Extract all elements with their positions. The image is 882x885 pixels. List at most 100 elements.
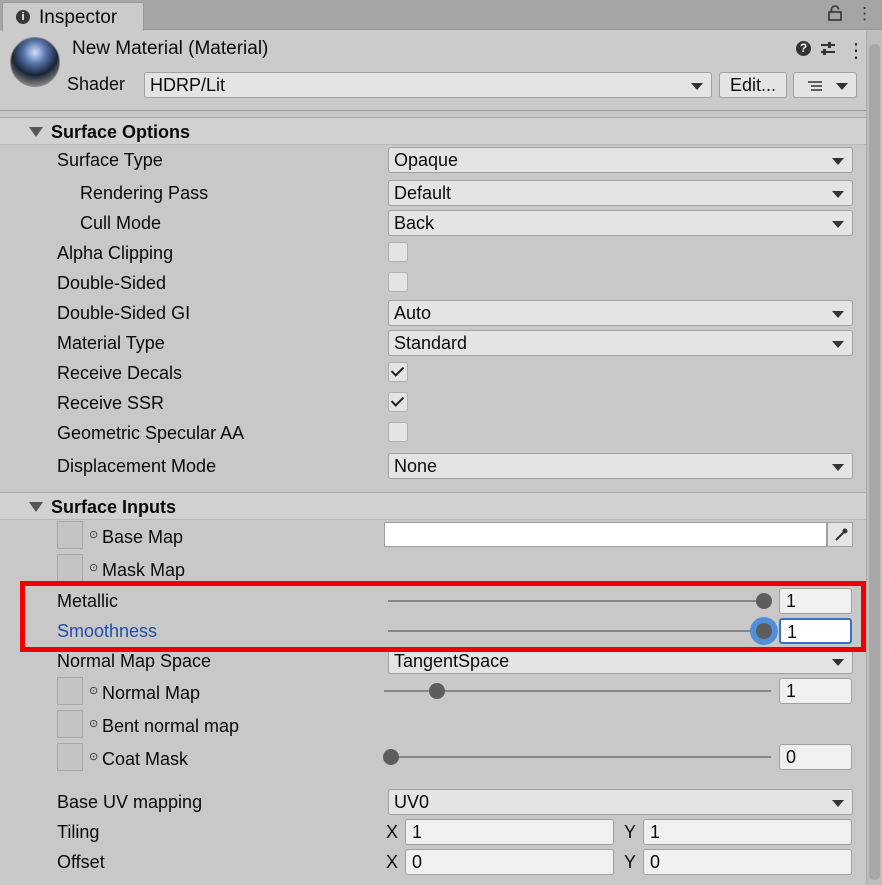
shader-value: HDRP/Lit (150, 75, 226, 95)
base-map-label: Base Map (102, 527, 184, 547)
foldout-arrow-icon (29, 502, 43, 512)
scrollbar-thumb[interactable] (869, 44, 880, 880)
normal-map-value-field[interactable]: 1 (779, 678, 852, 704)
double-sided-gi-dropdown[interactable]: Auto (388, 300, 853, 326)
coat-mask-value: 0 (786, 747, 797, 767)
receive-ssr-checkbox[interactable] (388, 392, 408, 412)
offset-x-field[interactable]: 0 (405, 849, 614, 875)
geometric-specular-aa-checkbox[interactable] (388, 422, 408, 442)
material-type-label: Material Type (57, 333, 165, 353)
normal-map-slider-knob[interactable] (429, 683, 445, 699)
chevron-down-icon (832, 311, 844, 318)
offset-x-label: X (386, 852, 399, 872)
tiling-y-value: 1 (650, 822, 661, 842)
section-title: Surface Inputs (51, 497, 177, 517)
surface-type-dropdown[interactable]: Opaque (388, 147, 853, 173)
eyedropper-button[interactable] (827, 522, 853, 547)
tab-inspector[interactable]: i Inspector (2, 2, 144, 31)
shader-label: Shader (67, 74, 126, 94)
tiling-label: Tiling (57, 822, 100, 842)
info-icon: i (16, 10, 30, 24)
shader-dropdown[interactable]: HDRP/Lit (144, 72, 712, 98)
rendering-pass-dropdown[interactable]: Default (388, 180, 853, 206)
base-uv-mapping-value: UV0 (394, 792, 430, 812)
geometric-specular-aa-label: Geometric Specular AA (57, 423, 245, 443)
tab-label: Inspector (39, 7, 118, 28)
chevron-down-icon (836, 83, 848, 90)
bent-normal-map-label: Bent normal map (102, 716, 240, 736)
offset-y-label: Y (624, 852, 637, 872)
base-color-field[interactable] (384, 522, 827, 547)
offset-y-field[interactable]: 0 (643, 849, 852, 875)
help-icon[interactable]: ? (796, 41, 811, 56)
list-icon (806, 76, 824, 100)
section-surface-inputs[interactable]: Surface Inputs (0, 492, 866, 520)
base-map-texture-slot[interactable] (57, 521, 83, 549)
texture-picker-icon[interactable]: ⊙ (89, 750, 98, 763)
chevron-down-icon (832, 659, 844, 666)
displacement-mode-label: Displacement Mode (57, 456, 217, 476)
coat-mask-value-field[interactable]: 0 (779, 744, 852, 770)
material-preview-sphere (10, 37, 60, 87)
tiling-x-label: X (386, 822, 399, 842)
coat-mask-slider-knob[interactable] (383, 749, 399, 765)
normal-map-label: Normal Map (102, 683, 201, 703)
chevron-down-icon (832, 464, 844, 471)
cull-mode-dropdown[interactable]: Back (388, 210, 853, 236)
texture-picker-icon[interactable]: ⊙ (89, 528, 98, 541)
foldout-arrow-icon (29, 127, 43, 137)
mask-map-label: Mask Map (102, 560, 186, 580)
surface-type-value: Opaque (394, 150, 459, 170)
base-uv-mapping-label: Base UV mapping (57, 792, 203, 812)
texture-picker-icon[interactable]: ⊙ (89, 561, 98, 574)
context-menu-icon[interactable]: ⋮ (846, 38, 866, 63)
normal-map-space-label: Normal Map Space (57, 651, 212, 671)
texture-picker-icon[interactable]: ⊙ (89, 717, 98, 730)
chevron-down-icon (691, 83, 703, 90)
preset-icon[interactable] (819, 40, 837, 63)
receive-ssr-label: Receive SSR (57, 393, 165, 413)
texture-picker-icon[interactable]: ⊙ (89, 684, 98, 697)
chevron-down-icon (832, 800, 844, 807)
receive-decals-label: Receive Decals (57, 363, 183, 383)
eyedropper-icon (833, 527, 849, 548)
cull-mode-label: Cull Mode (80, 213, 162, 233)
normal-map-space-value: TangentSpace (394, 651, 510, 671)
mask-map-texture-slot[interactable] (57, 554, 83, 582)
checkmark-icon (390, 363, 405, 377)
offset-label: Offset (57, 852, 105, 872)
edit-shader-button[interactable]: Edit... (719, 72, 787, 98)
displacement-mode-value: None (394, 456, 438, 476)
lock-icon[interactable] (828, 5, 842, 26)
bent-normal-map-texture-slot[interactable] (57, 710, 83, 738)
normal-map-texture-slot[interactable] (57, 677, 83, 705)
coat-mask-label: Coat Mask (102, 749, 189, 769)
coat-mask-texture-slot[interactable] (57, 743, 83, 771)
double-sided-checkbox[interactable] (388, 272, 408, 292)
base-uv-mapping-dropdown[interactable]: UV0 (388, 789, 853, 815)
double-sided-gi-value: Auto (394, 303, 432, 323)
chevron-down-icon (832, 221, 844, 228)
checkmark-icon (390, 393, 405, 407)
surface-type-label: Surface Type (57, 150, 163, 170)
window-menu-icon[interactable]: ⋮ (856, 4, 873, 24)
tiling-y-label: Y (624, 822, 637, 842)
coat-mask-slider-track[interactable] (384, 756, 771, 758)
material-type-value: Standard (394, 333, 468, 353)
offset-x-value: 0 (412, 852, 423, 872)
offset-y-value: 0 (650, 852, 661, 872)
alpha-clipping-checkbox[interactable] (388, 242, 408, 262)
tiling-x-field[interactable]: 1 (405, 819, 614, 845)
double-sided-gi-label: Double-Sided GI (57, 303, 191, 323)
tiling-y-field[interactable]: 1 (643, 819, 852, 845)
section-surface-options[interactable]: Surface Options (0, 117, 866, 145)
shader-options-button[interactable] (793, 72, 857, 98)
displacement-mode-dropdown[interactable]: None (388, 453, 853, 479)
highlight-box (20, 581, 866, 652)
receive-decals-checkbox[interactable] (388, 362, 408, 382)
double-sided-label: Double-Sided (57, 273, 167, 293)
alpha-clipping-label: Alpha Clipping (57, 243, 174, 263)
cull-mode-value: Back (394, 213, 435, 233)
material-type-dropdown[interactable]: Standard (388, 330, 853, 356)
tiling-x-value: 1 (412, 822, 423, 842)
